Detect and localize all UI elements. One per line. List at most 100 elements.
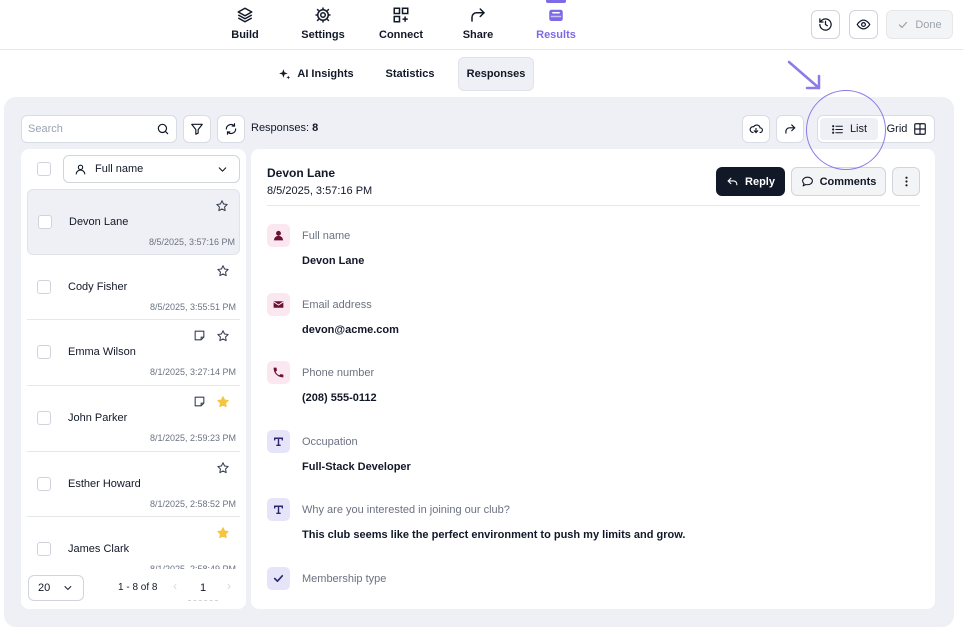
nav-results-label: Results bbox=[536, 29, 576, 41]
tab-statistics[interactable]: Statistics bbox=[375, 57, 445, 91]
responses-count: Responses: 8 bbox=[251, 122, 318, 134]
note-icon[interactable] bbox=[193, 395, 206, 408]
respondent-name: Devon Lane bbox=[267, 166, 336, 180]
page-number[interactable]: 1 bbox=[188, 575, 218, 601]
comments-button[interactable]: Comments bbox=[791, 167, 886, 196]
select-all-checkbox[interactable] bbox=[37, 162, 51, 176]
responses-count-value: 8 bbox=[312, 122, 319, 134]
field-value: devon@acme.com bbox=[302, 324, 399, 336]
filter-button[interactable] bbox=[183, 115, 211, 143]
note-icon[interactable] bbox=[193, 329, 206, 342]
row-checkbox[interactable] bbox=[38, 215, 52, 229]
row-checkbox[interactable] bbox=[37, 476, 51, 491]
field-value: Devon Lane bbox=[302, 255, 365, 267]
reply-button[interactable]: Reply bbox=[716, 167, 785, 196]
done-button[interactable]: Done bbox=[886, 10, 953, 39]
field-label: Email address bbox=[302, 299, 372, 311]
tab-ai-insights[interactable]: AI Insights bbox=[269, 57, 363, 91]
nav-settings-label: Settings bbox=[301, 29, 345, 41]
checkmark-icon bbox=[267, 567, 290, 590]
grid-plus-icon bbox=[393, 7, 409, 23]
row-checkbox[interactable] bbox=[37, 279, 51, 294]
top-navigation: Build Settings Connect Share Results Don… bbox=[0, 0, 963, 50]
pagination: 20 1 - 8 of 8 ‹ 1 › bbox=[21, 569, 246, 609]
history-button[interactable] bbox=[811, 10, 840, 39]
search-input[interactable] bbox=[28, 123, 156, 135]
nav-share-label: Share bbox=[462, 29, 494, 41]
more-options-button[interactable] bbox=[892, 167, 920, 196]
phone-icon bbox=[267, 361, 290, 384]
inbox-icon bbox=[549, 9, 563, 21]
star-icon[interactable] bbox=[216, 264, 230, 278]
row-date: 8/1/2025, 2:58:52 PM bbox=[149, 498, 236, 509]
row-name: Devon Lane bbox=[69, 216, 129, 228]
forward-icon bbox=[785, 124, 796, 134]
text-t-icon bbox=[267, 430, 290, 453]
check-icon bbox=[899, 21, 908, 28]
history-icon bbox=[819, 18, 832, 31]
row-date: 8/5/2025, 3:57:16 PM bbox=[148, 237, 235, 247]
row-name: James Clark bbox=[68, 543, 130, 556]
list-item[interactable]: Esther Howard 8/1/2025, 2:58:52 PM bbox=[27, 452, 240, 518]
row-checkbox[interactable] bbox=[37, 542, 51, 557]
list-item[interactable]: John Parker 8/1/2025, 2:59:23 PM bbox=[27, 386, 240, 452]
person-icon bbox=[267, 224, 290, 247]
page-size-value: 20 bbox=[38, 582, 51, 594]
nav-connect[interactable]: Connect bbox=[361, 6, 441, 41]
star-icon[interactable] bbox=[215, 199, 229, 213]
grid-icon bbox=[914, 123, 927, 135]
tab-responses-label: Responses bbox=[466, 68, 526, 80]
search-box bbox=[21, 115, 177, 143]
list-item[interactable]: Devon Lane 8/5/2025, 3:57:16 PM bbox=[27, 189, 240, 255]
sparkle-icon bbox=[279, 68, 291, 79]
nav-build[interactable]: Build bbox=[205, 6, 285, 41]
column-select[interactable]: Full name bbox=[63, 155, 240, 183]
field-label: Occupation bbox=[302, 436, 358, 448]
star-filled-icon[interactable] bbox=[216, 395, 230, 409]
field-value: (208) 555-0112 bbox=[302, 392, 377, 404]
done-label: Done bbox=[915, 18, 942, 31]
nav-connect-label: Connect bbox=[379, 29, 423, 41]
field-label: Why are you interested in joining our cl… bbox=[302, 504, 510, 516]
preview-button[interactable] bbox=[849, 10, 878, 39]
list-item[interactable]: Emma Wilson 8/1/2025, 3:27:14 PM bbox=[27, 320, 240, 387]
star-filled-icon[interactable] bbox=[216, 526, 230, 540]
filter-icon bbox=[191, 123, 203, 135]
grid-view-label: Grid bbox=[886, 123, 908, 135]
response-rows: Devon Lane 8/5/2025, 3:57:16 PM Cody Fis… bbox=[21, 189, 246, 584]
page-size-select[interactable]: 20 bbox=[28, 575, 84, 601]
download-button[interactable] bbox=[742, 115, 770, 143]
refresh-icon bbox=[225, 123, 237, 135]
refresh-button[interactable] bbox=[217, 115, 245, 143]
row-checkbox[interactable] bbox=[37, 345, 51, 360]
nav-build-label: Build bbox=[231, 29, 259, 41]
row-date: 8/1/2025, 3:27:14 PM bbox=[149, 367, 236, 378]
nav-settings[interactable]: Settings bbox=[283, 6, 363, 41]
tab-responses[interactable]: Responses bbox=[458, 57, 534, 91]
chevron-down-icon bbox=[218, 166, 227, 172]
field-value: Full-Stack Developer bbox=[302, 461, 411, 473]
search-icon[interactable] bbox=[156, 122, 170, 136]
chevron-left-icon[interactable]: ‹ bbox=[173, 579, 177, 593]
row-date: 8/1/2025, 2:59:23 PM bbox=[149, 433, 236, 444]
list-item[interactable]: Cody Fisher 8/5/2025, 3:55:51 PM bbox=[27, 255, 240, 321]
layers-icon bbox=[237, 7, 253, 23]
grid-view-button[interactable]: Grid bbox=[882, 118, 932, 140]
page-range: 1 - 8 of 8 bbox=[118, 582, 158, 593]
export-button[interactable] bbox=[776, 115, 804, 143]
nav-results[interactable]: Results bbox=[516, 0, 596, 41]
active-tab-indicator bbox=[546, 0, 566, 3]
row-checkbox[interactable] bbox=[37, 411, 51, 426]
annotation-circle bbox=[806, 90, 886, 170]
nav-share[interactable]: Share bbox=[438, 6, 518, 41]
tab-statistics-label: Statistics bbox=[385, 68, 435, 80]
more-vertical-icon bbox=[904, 176, 908, 187]
comments-label: Comments bbox=[819, 175, 877, 188]
star-icon[interactable] bbox=[216, 329, 230, 343]
comment-icon bbox=[801, 176, 813, 187]
eye-icon bbox=[856, 19, 871, 30]
star-icon[interactable] bbox=[216, 461, 230, 475]
field-label: Full name bbox=[302, 230, 351, 242]
chevron-right-icon[interactable]: › bbox=[227, 579, 231, 593]
chevron-down-icon bbox=[64, 586, 72, 591]
